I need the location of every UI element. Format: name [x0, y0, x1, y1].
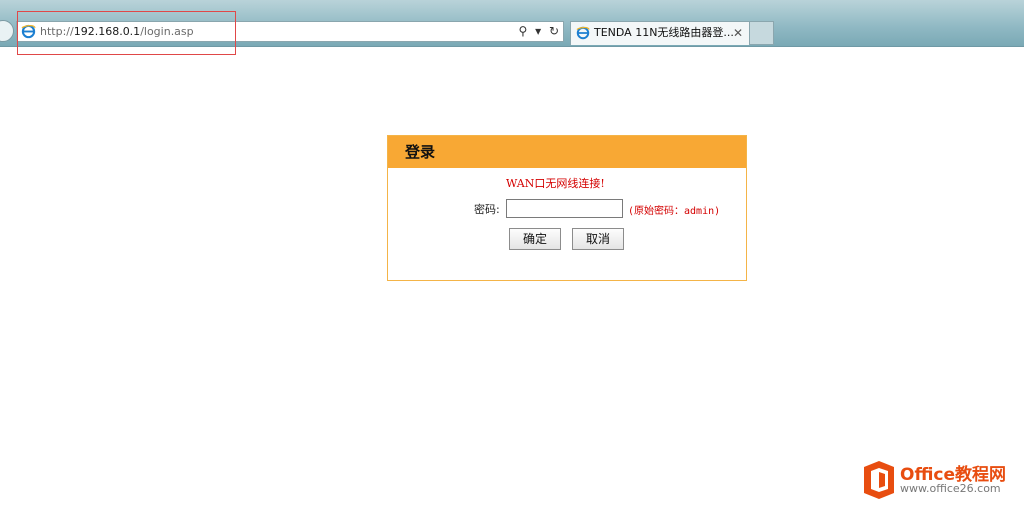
cancel-button[interactable]: 取消 [572, 228, 624, 250]
refresh-icon[interactable]: ↻ [549, 24, 559, 38]
password-label: 密码: [474, 203, 500, 216]
ie-icon [576, 26, 590, 40]
search-icon[interactable]: ⚲ [518, 24, 527, 38]
login-panel: 登录 WAN口无网线连接! 密码: (原始密码：admin) 确定 取消 [387, 135, 747, 281]
chevron-down-icon[interactable]: ▾ [535, 24, 541, 38]
login-title: 登录 [388, 136, 746, 168]
office-watermark: Office教程网 www.office26.com [862, 458, 1022, 502]
password-hint: (原始密码：admin) [628, 206, 721, 217]
url-highlight-annotation [17, 11, 236, 55]
close-icon[interactable]: ✕ [733, 22, 743, 44]
office-logo-icon [864, 461, 894, 499]
password-input[interactable] [506, 199, 623, 218]
watermark-site: www.office26.com [900, 482, 1001, 495]
ok-button[interactable]: 确定 [509, 228, 561, 250]
new-tab-button[interactable] [750, 21, 774, 45]
wan-status-message: WAN口无网线连接! [506, 177, 605, 190]
tab-tenda-login[interactable]: TENDA 11N无线路由器登... ✕ [570, 21, 750, 45]
address-tools: ⚲ ▾ ↻ [514, 22, 559, 41]
tab-title: TENDA 11N无线路由器登... [594, 26, 734, 39]
forward-button[interactable] [0, 20, 14, 42]
